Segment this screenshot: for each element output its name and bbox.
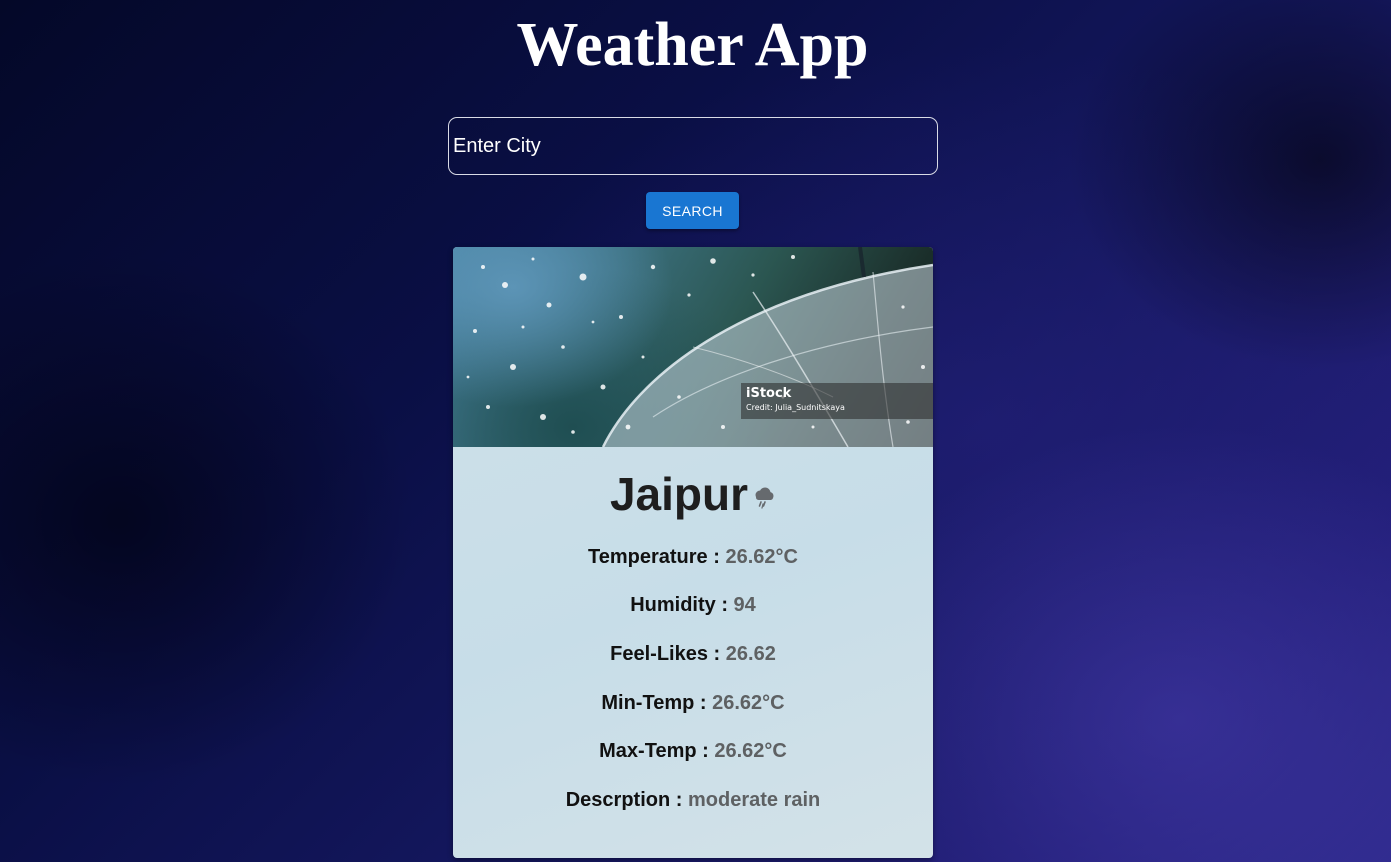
stat-max-temp: Max-Temp : 26.62°C: [453, 739, 933, 763]
weather-image: iStock Credit: Julia_Sudnitskaya: [453, 247, 933, 447]
stat-description: Descrption : moderate rain: [453, 788, 933, 812]
app-title: Weather App: [516, 11, 869, 79]
stat-feels-like: Feel-Likes : 26.62: [453, 642, 933, 666]
city-input-container: [448, 117, 938, 175]
stat-min-temp: Min-Temp : 26.62°C: [453, 691, 933, 715]
stat-label: Min-Temp :: [601, 692, 707, 714]
istock-brand: iStock: [746, 386, 792, 401]
city-search-input[interactable]: [448, 117, 938, 175]
stat-value: 26.62°C: [712, 692, 785, 714]
stat-value: 26.62°C: [725, 546, 798, 568]
stat-value: 26.62°C: [714, 740, 787, 762]
stat-label: Descrption :: [565, 789, 683, 811]
image-credit: Credit: Julia_Sudnitskaya: [746, 403, 845, 412]
stat-humidity: Humidity : 94: [453, 593, 933, 617]
stat-temperature: Temperature : 26.62°C: [453, 545, 933, 569]
stat-value: 26.62: [725, 643, 776, 665]
stat-label: Temperature :: [588, 546, 720, 568]
search-button[interactable]: SEARCH: [646, 192, 739, 229]
city-heading: Jaipur: [453, 467, 933, 521]
stat-label: Max-Temp :: [599, 740, 709, 762]
weather-card: iStock Credit: Julia_Sudnitskaya Jaipur …: [453, 247, 933, 858]
stat-value: moderate rain: [687, 789, 821, 811]
stat-label: Feel-Likes :: [610, 643, 721, 665]
rain-cloud-icon: [752, 486, 776, 510]
istock-watermark: iStock Credit: Julia_Sudnitskaya: [741, 383, 933, 419]
stat-label: Humidity :: [630, 594, 728, 616]
stat-value: 94: [733, 594, 756, 616]
city-name: Jaipur: [609, 468, 749, 520]
